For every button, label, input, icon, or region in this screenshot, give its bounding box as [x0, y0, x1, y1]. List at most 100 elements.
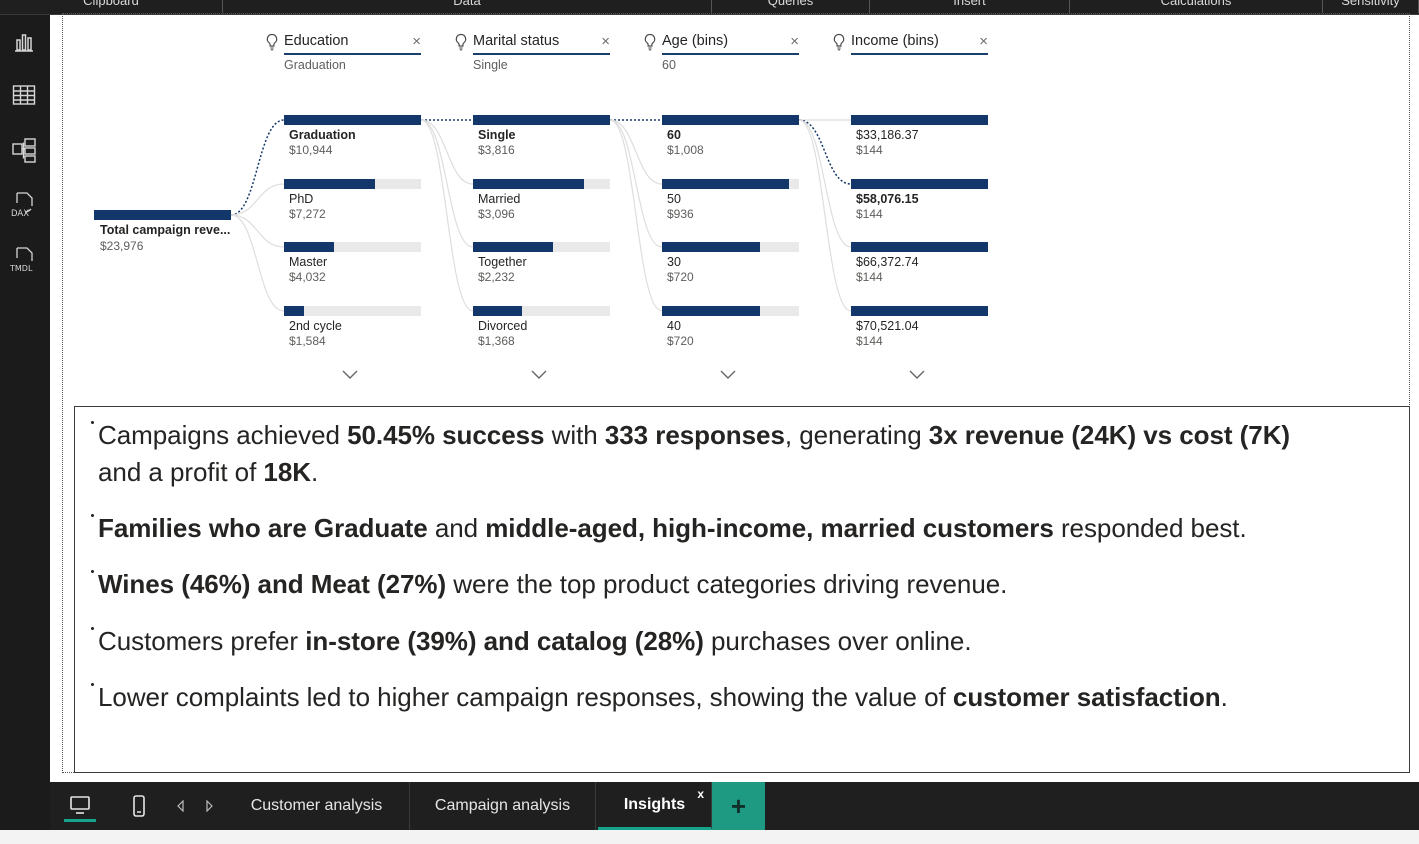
node-value: $720	[667, 334, 694, 348]
insight-text: and a profit of	[98, 457, 264, 487]
bullet-dot	[91, 514, 94, 517]
close-icon[interactable]: ×	[979, 33, 988, 50]
connector	[230, 183, 285, 216]
insight-bold-text: in-store (39%) and catalog (28%)	[305, 626, 704, 656]
expand-chevron-icon[interactable]	[909, 367, 925, 379]
insight-text: Lower complaints led to higher campaign …	[98, 682, 953, 712]
node-value: $1,008	[667, 143, 704, 157]
lightbulb-icon[interactable]	[643, 33, 657, 51]
connector	[420, 119, 474, 185]
node-bar	[284, 242, 334, 252]
node-label: $66,372.74	[856, 255, 919, 269]
insight-bold-text: 18K	[263, 457, 311, 487]
node-value: $144	[856, 207, 883, 221]
scroll-right-icon[interactable]	[202, 790, 216, 822]
report-view-icon[interactable]	[9, 27, 39, 57]
node-value: $10,944	[289, 143, 333, 157]
insight-line: Customers prefer in-store (39%) and cata…	[98, 623, 972, 660]
expand-chevron-icon[interactable]	[342, 367, 358, 379]
close-icon[interactable]: ×	[412, 33, 421, 50]
insight-text: Campaigns achieved	[98, 420, 348, 450]
ribbon-group-calculations: Calculations	[1070, 0, 1323, 13]
node-value: $144	[856, 334, 883, 348]
node-label: 30	[667, 255, 681, 269]
insight-text: .	[310, 457, 319, 487]
level-name: Marital status	[473, 33, 610, 55]
page-tab-bar: Customer analysis Campaign analysis Insigh…	[50, 782, 1419, 830]
report-canvas: Total campaign reve... $23,976 Education…	[50, 13, 1419, 782]
node-value: $144	[856, 270, 883, 284]
insight-bold-text: customer satisfaction	[952, 682, 1221, 712]
insight-bold-text: 3x revenue (24K) vs cost (7K)	[928, 420, 1291, 450]
node-bar	[851, 306, 988, 316]
node-track	[284, 306, 421, 316]
tmdl-label: TMDL	[10, 264, 33, 273]
close-icon[interactable]: ×	[601, 33, 610, 50]
connector	[420, 119, 474, 312]
node-bar	[473, 115, 610, 125]
root-value: $23,976	[100, 239, 144, 253]
connector	[609, 119, 663, 185]
node-label: $58,076.15	[856, 192, 919, 206]
root-bar[interactable]	[94, 210, 231, 220]
insight-text: , generating	[784, 420, 929, 450]
node-label: Married	[478, 192, 521, 206]
insight-text: were the top product categories driving …	[446, 569, 1008, 599]
level-name: Income (bins)	[851, 33, 988, 55]
node-label: PhD	[289, 192, 314, 206]
dax-query-view-icon[interactable]: DAX	[9, 190, 39, 220]
node-bar	[284, 306, 304, 316]
node-value: $936	[667, 207, 694, 221]
insight-bold-text: middle-aged, high-income, married custom…	[485, 513, 1054, 543]
insight-bold-text: 333 responses	[604, 420, 785, 450]
lightbulb-icon[interactable]	[832, 33, 846, 51]
node-value: $4,032	[289, 270, 326, 284]
page-tab[interactable]: Campaign analysis	[410, 782, 596, 830]
mobile-layout-icon[interactable]	[128, 790, 150, 822]
level-selection: 60	[662, 58, 676, 72]
insights-textbox[interactable]: Campaigns achieved 50.45% success with 3…	[74, 406, 1410, 773]
table-view-icon[interactable]	[9, 80, 39, 110]
node-bar	[284, 115, 421, 125]
add-page-button[interactable]: +	[712, 782, 765, 830]
insight-text: with	[544, 420, 605, 450]
insight-bold-text: Wines (46%) and Meat (27%)	[98, 569, 447, 599]
node-label: Master	[289, 255, 328, 269]
expand-chevron-icon[interactable]	[531, 367, 547, 379]
node-label: 40	[667, 319, 681, 333]
node-bar	[662, 179, 789, 189]
expand-chevron-icon[interactable]	[720, 367, 736, 379]
tmdl-view-icon[interactable]: TMDL	[9, 245, 39, 275]
page-tab[interactable]: Customer analysis	[224, 782, 410, 830]
insight-text: purchases over online.	[703, 626, 972, 656]
desktop-layout-icon[interactable]	[64, 790, 96, 822]
node-value: $1,584	[289, 334, 326, 348]
model-view-icon[interactable]	[9, 135, 39, 165]
insight-bold-text: 50.45% success	[347, 420, 545, 450]
level-selection: Single	[473, 58, 508, 72]
ribbon-group-sensitivity: Sensitivity	[1323, 0, 1419, 13]
close-icon[interactable]: ×	[790, 33, 799, 50]
node-label: 60	[667, 128, 681, 142]
node-bar	[284, 179, 375, 189]
bullet-dot	[91, 421, 94, 424]
node-value: $720	[667, 270, 694, 284]
node-bar	[473, 179, 584, 189]
insight-text: and	[427, 513, 486, 543]
lightbulb-icon[interactable]	[265, 33, 279, 51]
bullet-dot	[91, 627, 94, 630]
connector	[230, 214, 285, 248]
ribbon-group-data: Data	[223, 0, 712, 13]
page-tab[interactable]: Insights x	[598, 782, 712, 830]
lightbulb-icon[interactable]	[454, 33, 468, 51]
node-label: 2nd cycle	[289, 319, 342, 333]
tree-connectors	[230, 119, 852, 312]
node-value: $1,368	[478, 334, 515, 348]
close-tab-icon[interactable]: x	[697, 787, 704, 801]
bullet-dot	[91, 683, 94, 686]
page-tab-label: Campaign analysis	[434, 797, 571, 814]
node-bar	[851, 115, 988, 125]
level-name: Age (bins)	[662, 33, 799, 55]
scroll-left-icon[interactable]	[174, 790, 188, 822]
dax-label: DAX	[11, 209, 29, 219]
